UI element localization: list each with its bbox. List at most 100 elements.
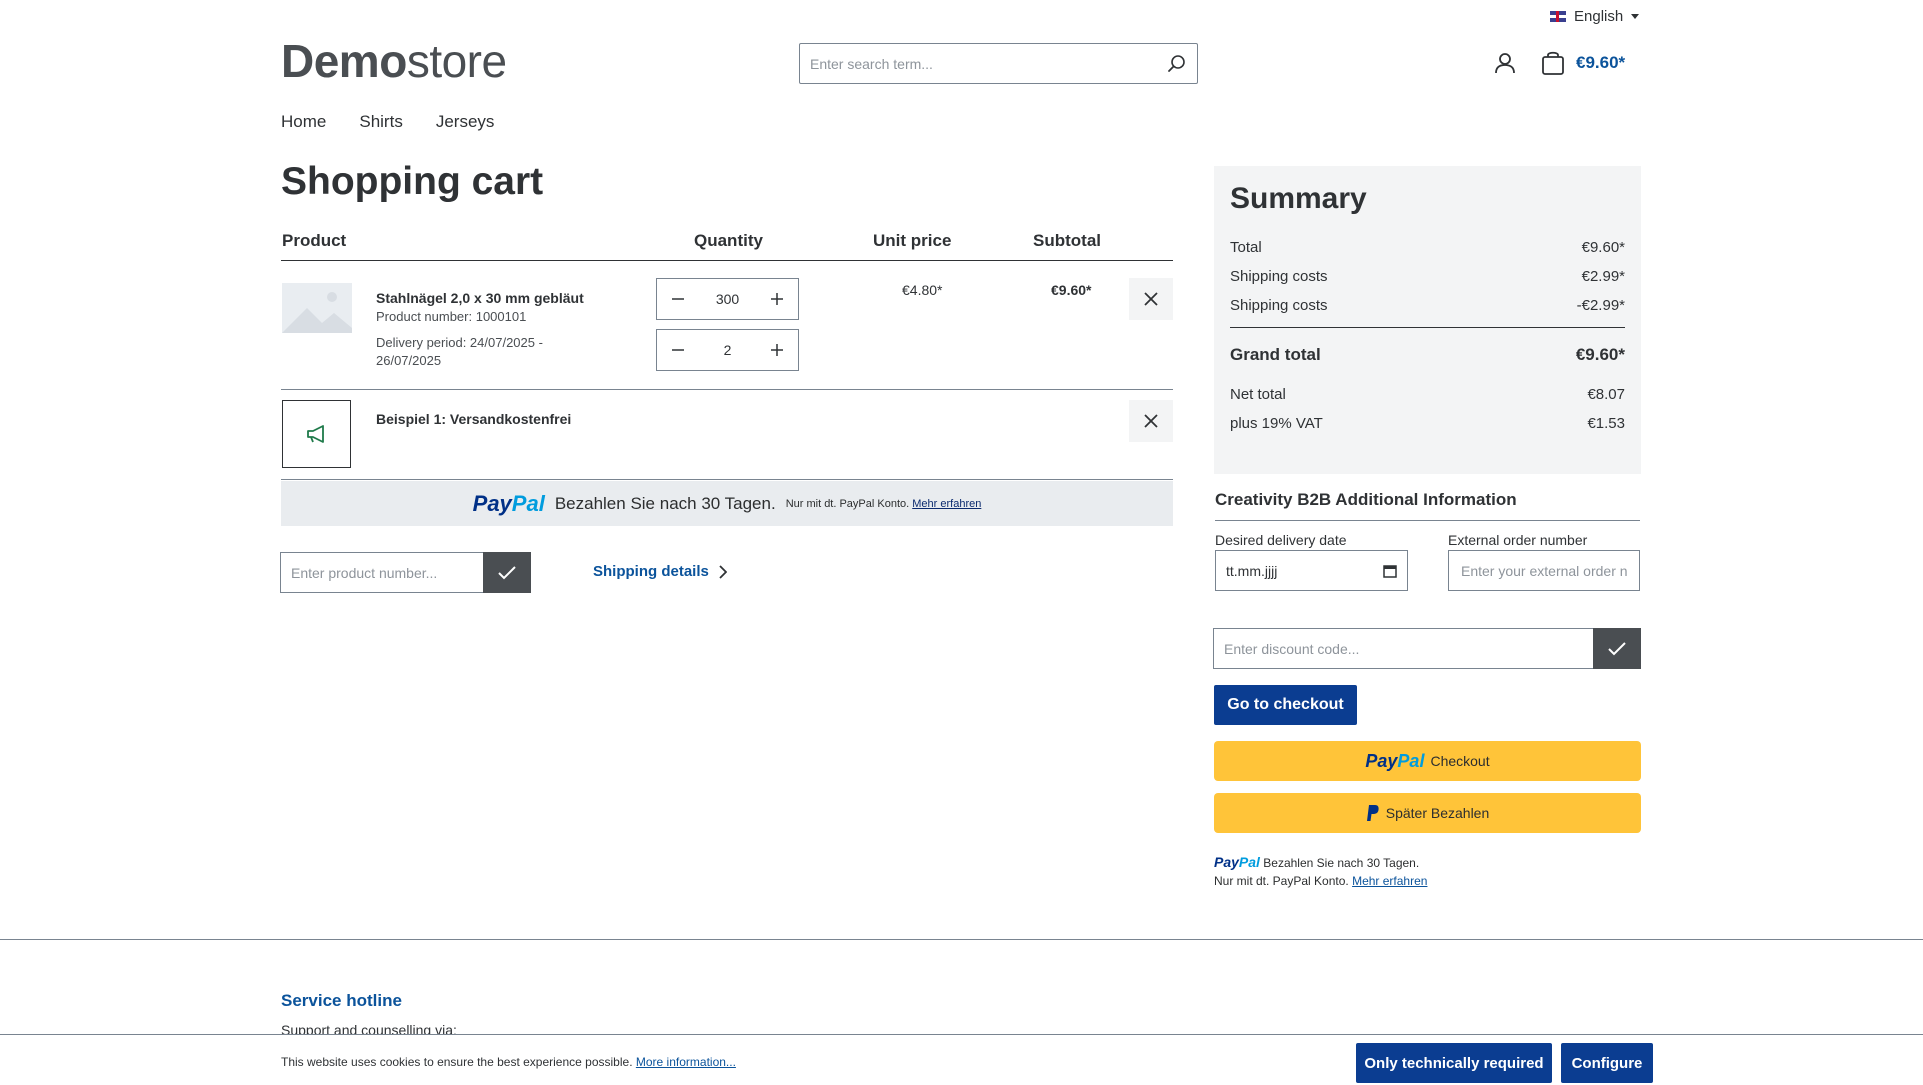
service-hotline-title: Service hotline [281,991,402,1010]
configure-cookies-button[interactable]: Configure [1561,1043,1653,1083]
language-selector[interactable]: English [1550,8,1640,25]
cart-button[interactable] [1540,50,1566,81]
b2b-section-title: Creativity B2B Additional Information [1215,490,1517,509]
paypal-checkout-label: Checkout [1430,753,1490,769]
main-navigation: Home Shirts Jerseys [281,112,527,132]
plus-icon [771,344,783,356]
go-to-checkout-button[interactable]: Go to checkout [1214,685,1357,725]
product-name[interactable]: Stahlnägel 2,0 x 30 mm gebläut [376,290,584,306]
item-divider [281,389,1173,390]
logo-light: store [406,35,507,87]
column-quantity: Quantity [694,231,763,250]
megaphone-icon [306,425,324,443]
nav-item-jerseys[interactable]: Jerseys [436,112,495,132]
paypal-banner: PayPal Bezahlen Sie nach 30 Tagen. Nur m… [281,481,1173,526]
remove-item-button[interactable] [1129,278,1173,320]
calendar-icon [1383,564,1397,578]
promotion-divider [281,479,1173,480]
search-button[interactable] [1157,44,1197,84]
product-image[interactable] [282,283,352,333]
column-subtotal: Subtotal [1033,231,1101,250]
paypal-pay-later-button[interactable]: Später Bezahlen [1214,793,1641,833]
summary-title: Summary [1230,182,1367,215]
summary-net-total: Net total €8.07 [1230,386,1625,403]
external-order-label: External order number [1448,532,1588,548]
paypal-logo: PayPal [1365,750,1425,771]
delivery-date-value: tt.mm.jjjj [1226,562,1278,579]
quantity-value[interactable]: 300 [703,291,753,307]
paypal-logo: PayPal [472,490,545,516]
bag-icon [1542,51,1564,75]
paypal-note-link[interactable]: Mehr erfahren [1352,874,1427,888]
decrease-button[interactable] [657,330,699,370]
header-divider [281,260,1173,261]
increase-button[interactable] [756,330,798,370]
delivery-period-2: 26/07/2025 [376,353,442,368]
page-title: Shopping cart [281,160,544,203]
remove-promotion-button[interactable] [1129,400,1173,442]
caret-down-icon [1631,14,1640,19]
paypal-checkout-button[interactable]: PayPal Checkout [1214,741,1641,781]
promotion-image [282,400,351,468]
promotion-name: Beispiel 1: Versandkostenfrei [376,411,572,427]
close-icon [1144,292,1158,306]
paypal-banner-small: Nur mit dt. PayPal Konto. Mehr erfahren [785,497,982,510]
product-number-input[interactable] [280,552,483,593]
discount-code-input[interactable] [1213,628,1593,669]
search-input[interactable] [800,44,1157,83]
plus-icon [771,293,783,305]
external-order-field [1448,550,1640,591]
close-icon [1144,414,1158,428]
summary-vat: plus 19% VAT €1.53 [1230,415,1625,432]
unit-price: €4.80* [902,282,943,298]
external-order-input[interactable] [1459,561,1629,580]
column-unit-price: Unit price [873,231,952,250]
nav-item-home[interactable]: Home [281,112,326,132]
delivery-date-field[interactable]: tt.mm.jjjj [1215,550,1408,591]
paypal-p-icon [1366,805,1379,821]
user-icon [1495,53,1515,74]
checkmark-icon [1608,641,1626,655]
apply-discount-button[interactable] [1593,628,1641,669]
cookie-message: This website uses cookies to ensure the … [281,1055,736,1069]
quantity-stepper: 300 [656,278,799,320]
paypal-banner-text: Bezahlen Sie nach 30 Tagen. [554,493,776,513]
summary-row-shipping: Shipping costs €2.99* [1230,268,1625,285]
chevron-right-icon [719,564,727,579]
placeholder-image-icon [282,292,352,333]
paypal-pay-later-label: Später Bezahlen [1385,805,1490,821]
logo-bold: Demo [281,35,407,87]
increase-button[interactable] [756,279,798,319]
minus-icon [672,298,684,300]
nav-item-shirts[interactable]: Shirts [359,112,402,132]
minus-icon [672,349,684,351]
paypal-note-line1: Bezahlen Sie nach 30 Tagen. [1263,856,1420,870]
product-number: Product number: 1000101 [376,309,527,324]
summary-grand-total: Grand total €9.60* [1230,345,1625,364]
search-box [799,43,1198,84]
only-required-cookies-button[interactable]: Only technically required [1356,1043,1552,1083]
account-button[interactable] [1493,51,1517,80]
paypal-note-line2: Nur mit dt. PayPal Konto. [1214,874,1349,888]
paypal-learn-more-link[interactable]: Mehr erfahren [912,498,981,510]
cookie-more-info-link[interactable]: More information... [636,1055,736,1069]
quantity-stepper-secondary: 2 [656,329,799,371]
delivery-date-label: Desired delivery date [1215,532,1347,548]
summary-row-total: Total €9.60* [1230,239,1625,256]
footer-divider [0,939,1923,940]
language-label: English [1574,8,1624,25]
summary-row-shipping-discount: Shipping costs -€2.99* [1230,297,1625,314]
cart-total[interactable]: €9.60* [1576,53,1625,73]
discount-form [1213,628,1641,669]
summary-divider [1230,327,1625,328]
paypal-logo: PayPal [1214,854,1260,870]
decrease-button[interactable] [657,279,699,319]
column-product: Product [282,231,347,250]
shipping-details-link[interactable]: Shipping details [593,563,727,580]
paypal-note: PayPal Bezahlen Sie nach 30 Tagen. Nur m… [1214,853,1427,890]
logo[interactable]: Demostore [281,34,507,88]
quantity-value[interactable]: 2 [703,342,753,358]
search-icon [1168,54,1185,72]
add-product-button[interactable] [483,552,531,593]
delivery-period-1: Delivery period: 24/07/2025 - [376,335,543,350]
